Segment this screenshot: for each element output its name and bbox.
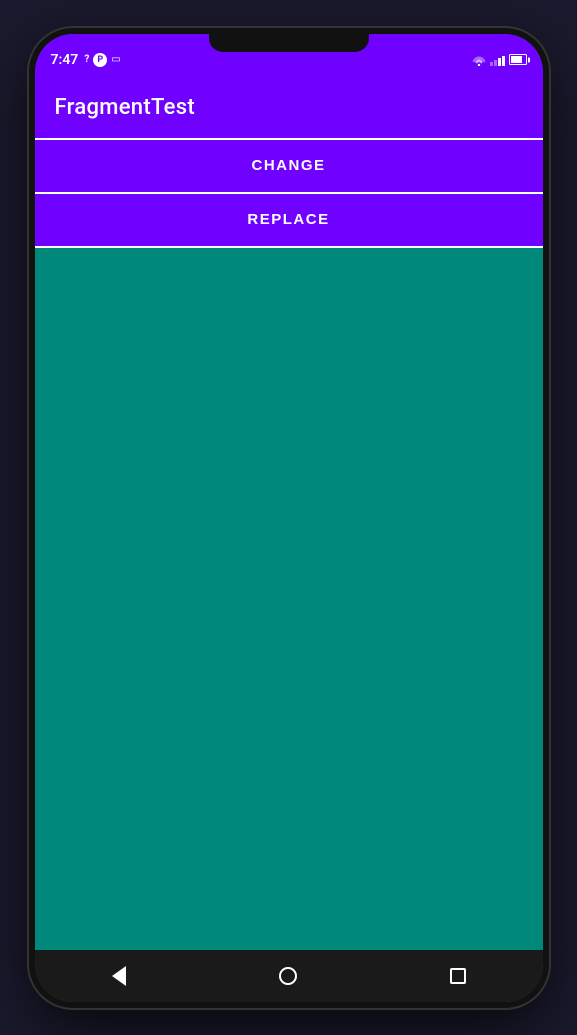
buttons-area: CHANGE REPLACE: [35, 138, 543, 248]
phone-notch: [209, 34, 369, 52]
bottom-nav: [35, 950, 543, 1002]
recents-square-icon: [450, 968, 466, 984]
fragment-content: [35, 248, 543, 950]
app-bar: FragmentTest: [35, 78, 543, 138]
wifi-signal-icon: [472, 54, 486, 66]
change-button[interactable]: CHANGE: [35, 140, 543, 192]
status-bar-left: 7:47 ? P ▭: [51, 52, 121, 68]
p-circle-icon: P: [93, 53, 107, 67]
battery-icon: [509, 54, 527, 65]
back-button[interactable]: [99, 956, 139, 996]
status-icons-left: ? P ▭: [84, 53, 120, 67]
cell-signal-icon: [490, 54, 505, 66]
phone-screen: 7:47 ? P ▭: [35, 34, 543, 1002]
status-bar-right: [472, 54, 527, 66]
phone-frame: 7:47 ? P ▭: [29, 28, 549, 1008]
app-title: FragmentTest: [55, 95, 196, 120]
sim-icon: ▭: [111, 54, 120, 65]
back-chevron-icon: [112, 966, 126, 986]
wifi-question-icon: ?: [84, 54, 89, 65]
replace-button[interactable]: REPLACE: [35, 194, 543, 246]
home-button[interactable]: [268, 956, 308, 996]
recents-button[interactable]: [438, 956, 478, 996]
home-circle-icon: [279, 967, 297, 985]
status-time: 7:47: [51, 52, 79, 68]
